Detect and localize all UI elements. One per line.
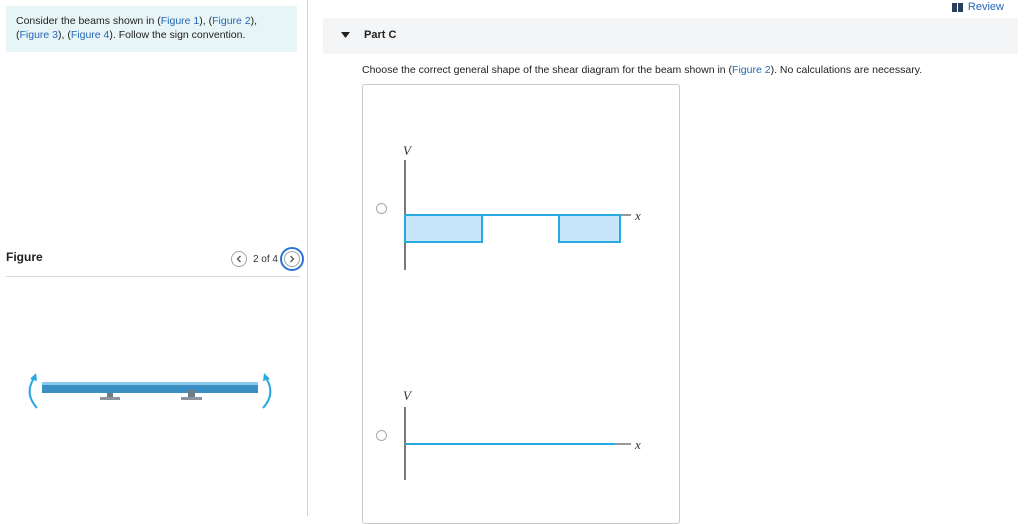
question-after: ). No calculations are necessary. — [770, 64, 923, 76]
choice-a-radio[interactable] — [376, 203, 387, 214]
pin-support-left — [100, 393, 120, 400]
choice-a-shear-diagram[interactable]: V x — [393, 140, 653, 275]
intro-end: ). Follow the sign convention. — [109, 28, 246, 41]
right-moment-arrowhead — [263, 373, 270, 381]
intro-text-1: Consider the beams shown in ( — [16, 15, 161, 27]
caret-down-icon[interactable] — [341, 32, 350, 38]
figure-title: Figure — [6, 250, 43, 264]
chevron-right-icon — [290, 255, 295, 263]
figure-3-link[interactable]: Figure 3 — [20, 29, 59, 41]
answer-choices-box: V x V x — [362, 84, 680, 524]
figure-header: Figure 2 of 4 — [6, 246, 304, 277]
prev-figure-button[interactable] — [230, 251, 247, 267]
left-moment-arrow — [28, 377, 38, 409]
choice-a-x-label: x — [634, 208, 641, 223]
choice-b-radio[interactable] — [376, 430, 387, 441]
part-title: Part C — [364, 29, 397, 41]
intro-box: Consider the beams shown in (Figure 1), … — [6, 6, 297, 52]
left-panel: Consider the beams shown in (Figure 1), … — [0, 0, 307, 516]
intro-sep-1: ), ( — [199, 15, 213, 27]
beam-figure-image — [28, 373, 272, 409]
beam-highlight — [42, 382, 258, 385]
choice-a-right-block — [558, 214, 621, 243]
review-label: Review — [967, 1, 1004, 13]
figure-4-link[interactable]: Figure 4 — [71, 29, 110, 41]
review-link[interactable]: Review — [951, 1, 1004, 13]
right-moment-arrow — [262, 377, 272, 409]
question-before: Choose the correct general shape of the … — [362, 64, 733, 76]
chevron-left-icon — [236, 255, 241, 263]
next-figure-button[interactable] — [280, 247, 304, 271]
left-moment-arrowhead — [30, 373, 37, 381]
figure-2-link[interactable]: Figure 2 — [212, 15, 251, 27]
part-header[interactable]: Part C — [323, 18, 1018, 54]
question-figure-link[interactable]: Figure 2 — [732, 64, 771, 76]
intro-sep-3: ), ( — [58, 28, 71, 41]
choice-a-v-label: V — [403, 143, 413, 158]
question-text: Choose the correct general shape of the … — [362, 64, 922, 76]
choice-a-left-block — [404, 214, 483, 243]
choice-b-v-label: V — [403, 388, 413, 403]
book-icon — [951, 2, 963, 12]
intro-sep-2: ), — [250, 15, 258, 27]
choice-b-x-label: x — [634, 437, 641, 452]
figure-1-link[interactable]: Figure 1 — [161, 15, 200, 27]
choice-b-shear-diagram[interactable]: V x — [393, 385, 653, 485]
figure-pager-text: 2 of 4 — [252, 253, 278, 265]
figure-pager: 2 of 4 — [230, 247, 304, 271]
panel-divider — [307, 0, 308, 516]
